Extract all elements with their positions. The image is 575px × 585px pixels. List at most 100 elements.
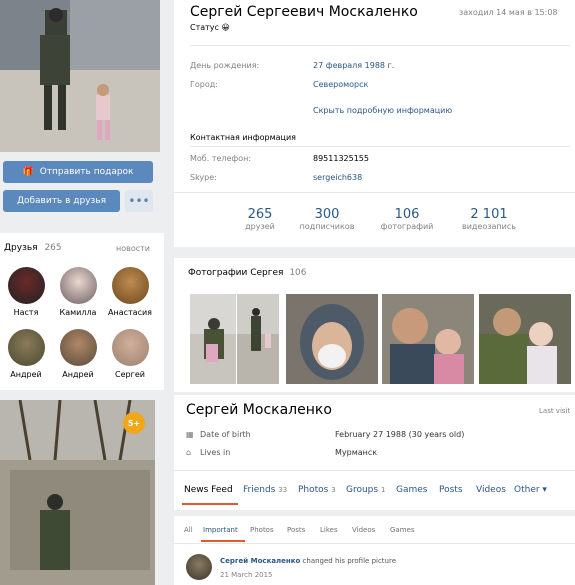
contacts-title: Контактная информация — [190, 133, 296, 142]
phone-label: Моб. телефон: — [190, 154, 252, 163]
birth-value: February 27 1988 (30 years old) — [335, 430, 465, 439]
friends-header[interactable]: Друзья 265 — [4, 243, 62, 253]
feed-date: 21 March 2015 — [220, 571, 273, 579]
photos-count: 106 — [289, 268, 307, 278]
profile-status[interactable]: Статус 😀 — [190, 23, 230, 32]
subtab-all[interactable]: All — [184, 526, 193, 534]
subtab-important[interactable]: Important — [203, 526, 238, 534]
photo-thumb[interactable] — [286, 294, 378, 384]
friend-item[interactable]: Настя — [0, 267, 52, 317]
avatar-photo — [0, 0, 160, 152]
stat-number: 2 101 — [470, 207, 508, 222]
active-subtab-indicator — [201, 540, 245, 542]
subtab-posts[interactable]: Posts — [287, 526, 305, 534]
skype-value[interactable]: sergeich638 — [313, 173, 362, 182]
stat-label: подписчиков — [299, 222, 355, 231]
friend-item[interactable]: Сергей — [104, 329, 156, 379]
tab-groups[interactable]: Groups 1 — [346, 485, 385, 495]
stat-number: 300 — [314, 207, 340, 222]
tab-label: Games — [396, 485, 428, 495]
friend-item[interactable]: Камилла — [52, 267, 104, 317]
feed-card: All Important Photos Posts Likes Videos … — [174, 516, 575, 585]
stat-label: фотографий — [380, 222, 434, 231]
tab-label: Photos — [298, 485, 329, 495]
lives-label: Lives in — [200, 448, 231, 457]
friend-name: Настя — [13, 308, 39, 317]
photo-thumb[interactable] — [382, 294, 474, 384]
stat-friends[interactable]: 265 друзей — [230, 207, 290, 231]
profile2-name: Сергей Москаленко — [186, 402, 332, 418]
subtab-likes[interactable]: Likes — [320, 526, 338, 534]
stat-photos[interactable]: 106 фотографий — [375, 207, 439, 231]
feed-author[interactable]: Сергей Москаленко — [220, 557, 300, 565]
stat-label: видеозапись — [462, 222, 516, 231]
city-value[interactable]: Североморск — [313, 80, 368, 89]
photo-image — [237, 294, 279, 351]
profile-info-card: Сергей Сергеевич Москаленко заходил 14 м… — [174, 0, 575, 247]
friend-item[interactable]: Анастасия — [104, 267, 156, 317]
stat-followers[interactable]: 300 подписчиков — [295, 207, 359, 231]
tab-photos[interactable]: Photos 3 — [298, 485, 336, 495]
photo-thumb[interactable] — [190, 294, 236, 384]
friend-avatar — [111, 267, 149, 304]
friend-name: Андрей — [62, 370, 94, 379]
profile-name: Сергей Сергеевич Москаленко — [190, 4, 418, 20]
calendar-icon: ▦ — [186, 430, 194, 439]
tab-posts[interactable]: Posts — [439, 485, 463, 495]
friend-item[interactable]: Андрей — [52, 329, 104, 379]
gift-icon: 🎁 — [22, 167, 34, 177]
profile2-card: Сергей Москаленко Last visit ▦ Date of b… — [174, 395, 575, 510]
skype-label: Skype: — [190, 173, 217, 182]
stat-videos[interactable]: 2 101 видеозапись — [454, 207, 524, 231]
last-visit: Last visit — [539, 407, 571, 415]
stat-label: друзей — [245, 222, 275, 231]
profile-avatar[interactable] — [0, 0, 160, 152]
divider — [174, 192, 575, 193]
photos-header[interactable]: Фотографии Сергея 106 — [188, 268, 307, 278]
stat-number: 265 — [247, 207, 273, 222]
photo-image — [190, 294, 236, 362]
add-friend-label: Добавить в друзья — [16, 196, 107, 206]
friend-name: Сергей — [115, 370, 145, 379]
stat-number: 106 — [394, 207, 420, 222]
more-dots-icon: ••• — [128, 194, 150, 208]
birth-label: Date of birth — [200, 430, 251, 439]
tab-friends[interactable]: Friends 33 — [243, 485, 287, 495]
friends-news-link[interactable]: новости — [116, 244, 150, 253]
photo-thumb[interactable] — [237, 294, 279, 384]
friend-avatar — [7, 329, 45, 366]
feed-headline: Сергей Москаленко changed his profile pi… — [220, 557, 396, 565]
friend-name: Камилла — [59, 308, 97, 317]
send-gift-button[interactable]: 🎁 Отправить подарок — [3, 161, 153, 183]
divider — [190, 45, 570, 46]
tab-label: Groups — [346, 485, 379, 495]
birthday-label: День рождения: — [190, 61, 260, 70]
tab-news-feed[interactable]: News Feed — [184, 485, 233, 495]
tab-count: 1 — [380, 486, 386, 494]
more-actions-button[interactable]: ••• — [125, 190, 153, 212]
phone-value: 89511325155 — [313, 154, 369, 163]
subtab-videos[interactable]: Videos — [352, 526, 375, 534]
photo-count-badge: 5+ — [123, 412, 145, 434]
toggle-info-link[interactable]: Скрыть подробную информацию — [313, 106, 452, 115]
tab-other[interactable]: Other ▾ — [514, 485, 547, 495]
friend-name: Анастасия — [108, 308, 152, 317]
subtab-photos[interactable]: Photos — [250, 526, 274, 534]
friend-item[interactable]: Андрей — [0, 329, 52, 379]
divider — [174, 470, 575, 471]
tab-label: News Feed — [184, 485, 233, 495]
tab-videos[interactable]: Videos — [476, 485, 506, 495]
photo-thumb[interactable] — [479, 294, 571, 384]
active-tab-indicator — [182, 503, 238, 505]
birthday-value[interactable]: 27 февраля 1988 г. — [313, 61, 394, 70]
photo-image — [382, 294, 474, 384]
friend-avatar — [111, 329, 149, 366]
send-gift-label: Отправить подарок — [39, 167, 134, 177]
friends-count: 265 — [44, 243, 62, 253]
feed-avatar[interactable] — [186, 554, 212, 580]
add-friend-button[interactable]: Добавить в друзья — [3, 190, 120, 212]
subtab-games[interactable]: Games — [390, 526, 415, 534]
tab-games[interactable]: Games — [396, 485, 427, 495]
tab-label: Videos — [476, 485, 506, 495]
left-photo[interactable]: 5+ — [0, 400, 155, 585]
